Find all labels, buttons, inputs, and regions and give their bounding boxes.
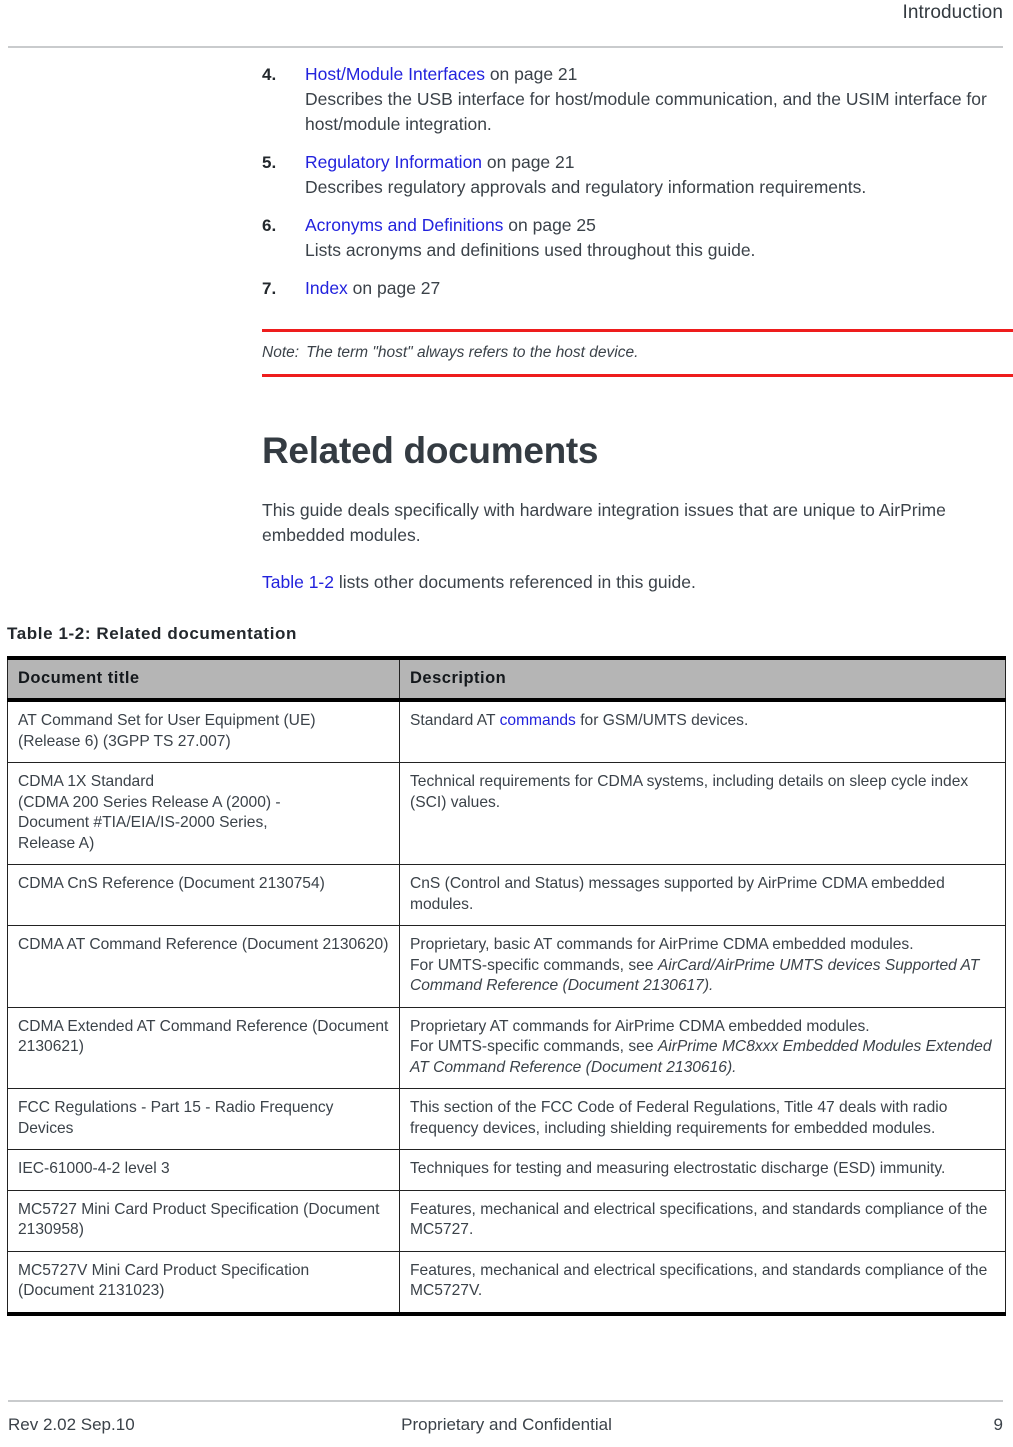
document-title-line: MC5727V Mini Card Product Specification … [18,1261,310,1300]
table-row: MC5727V Mini Card Product Specification … [7,1251,1006,1316]
section-paragraph-2-rest: lists other documents referenced in this… [334,572,696,592]
table-caption: Table 1-2: Related documentation [7,624,297,643]
page-header: Introduction [0,0,1013,52]
cross-reference-list: 4. Host/Module Interfaces on page 21 Descr… [262,62,1013,301]
page-content: 4. Host/Module Interfaces on page 21 Descr… [262,62,1013,613]
document-page: { "header": { "title": "Introduction" },… [0,0,1013,1447]
document-title-line: Document #TIA/EIA/IS-2000 Series, [18,814,268,831]
document-title-line: Release A) [18,834,95,852]
cell-document-title: CDMA CnS Reference (Document 2130754) [7,864,400,926]
document-title-line: CDMA AT Command Reference (Document 2130… [18,936,389,953]
description-text: CnS (Control and Status) messages suppor… [410,875,945,913]
cell-document-title: FCC Regulations - Part 15 - Radio Freque… [7,1088,400,1150]
note-label: Note: [262,344,300,361]
table-row: CDMA CnS Reference (Document 2130754) CnS… [7,864,1006,926]
table-row: MC5727 Mini Card Product Specification (… [7,1190,1006,1252]
cell-document-title: MC5727V Mini Card Product Specification … [7,1251,400,1316]
cell-description: Technical requirements for CDMA systems,… [399,762,1006,865]
table-row: AT Command Set for User Equipment (UE) (R… [7,700,1006,763]
note-text: The term "host" always refers to the hos… [306,344,639,361]
document-title-line: AT Command Set for User Equipment (UE) [18,712,316,729]
table-row: CDMA 1X Standard (CDMA 200 Series Release… [7,762,1006,865]
footer-page-number: 9 [993,1415,1003,1434]
table-row: FCC Regulations - Part 15 - Radio Freque… [7,1088,1006,1150]
table-row: CDMA Extended AT Command Reference (Docu… [7,1007,1006,1089]
section-heading: Related documents [262,430,599,471]
document-title-line: CDMA CnS Reference (Document 2130754) [18,875,325,892]
cell-description: Standard AT commands for GSM/UMTS device… [399,700,1006,763]
footer-divider [8,1400,1003,1402]
cross-reference-description: Describes regulatory approvals and regul… [305,177,867,197]
document-title-line: CDMA Extended AT Command Reference (Docu… [18,1017,389,1056]
related-documentation-table: Document title Description AT Command Se… [7,656,1006,1316]
document-title-line: CDMA 1X Standard [18,773,155,790]
cell-description: Techniques for testing and measuring ele… [399,1149,1006,1191]
cell-description: Features, mechanical and electrical spec… [399,1190,1006,1252]
description-text: Features, mechanical and electrical spec… [410,1200,988,1239]
cross-reference-item: 7. Index on page 27 [262,276,1013,301]
document-title-line: (CDMA 200 Series Release A (2000) - [18,793,281,811]
cross-reference-page: on page 27 [347,278,441,298]
description-text: For UMTS-specific commands, see [410,956,658,974]
header-chapter-title: Introduction [902,2,1003,23]
cell-description: Proprietary AT commands for AirPrime CDM… [399,1007,1006,1089]
cross-reference-link[interactable]: Acronyms and Definitions [305,215,503,235]
description-link[interactable]: commands [500,712,576,729]
list-item-number: 7. [262,279,277,298]
document-title-line: (Release 6) (3GPP TS 27.007) [18,732,231,750]
cell-description: CnS (Control and Status) messages suppor… [399,864,1006,926]
list-item-number: 6. [262,216,277,235]
column-header-description: Description [399,656,1006,702]
cross-reference-item: 6. Acronyms and Definitions on page 25 Lis… [262,213,1013,263]
list-item-number: 4. [262,65,277,84]
footer-confidentiality: Proprietary and Confidential [401,1415,612,1434]
section-paragraph-1: This guide deals specifically with hardw… [262,500,946,545]
header-divider [8,46,1003,48]
cell-document-title: AT Command Set for User Equipment (UE) (R… [7,700,400,763]
table-row: CDMA AT Command Reference (Document 2130… [7,925,1006,1008]
column-header-document-title: Document title [7,656,400,702]
cell-description: This section of the FCC Code of Federal … [399,1088,1006,1150]
cross-reference-page: on page 21 [482,152,575,172]
page-footer: Rev 2.02 Sep.10 Proprietary and Confiden… [0,1387,1013,1447]
description-text: Proprietary AT commands for AirPrime CDM… [410,1017,870,1035]
description-text: Techniques for testing and measuring ele… [410,1160,946,1177]
cell-document-title: MC5727 Mini Card Product Specification (… [7,1190,400,1252]
related-documentation-table-wrapper: Table 1-2: Related documentation Documen… [7,624,1006,1316]
cross-reference-page: on page 21 [484,64,578,84]
table-head: Document title Description [7,656,1006,702]
cross-reference-page: on page 25 [503,215,596,235]
cell-description: Features, mechanical and electrical spec… [399,1251,1006,1316]
table-row: IEC-61000-4-2 level 3 Techniques for test… [7,1149,1006,1191]
document-title-line: IEC-61000-4-2 level 3 [18,1160,170,1177]
table-header-row: Document title Description [7,656,1006,702]
description-text: for GSM/UMTS devices. [575,712,749,729]
description-text: Features, mechanical and electrical spec… [410,1261,988,1300]
description-text: Technical requirements for CDMA systems,… [410,773,969,811]
section-paragraph-2: Table 1-2 lists other documents referenc… [262,570,1013,595]
list-item-number: 5. [262,153,277,172]
description-text: Standard AT [410,712,500,729]
cell-description: Proprietary, basic AT commands for AirPr… [399,925,1006,1008]
cell-document-title: CDMA AT Command Reference (Document 2130… [7,925,400,1008]
table-cross-reference-link[interactable]: Table 1-2 [262,572,334,592]
description-text: For UMTS-specific commands, see [410,1038,658,1055]
table-body: AT Command Set for User Equipment (UE) (R… [7,700,1006,1316]
cross-reference-link[interactable]: Host/Module Interfaces [305,64,485,84]
cross-reference-item: 5. Regulatory Information on page 21 Descr… [262,150,1013,200]
cross-reference-link[interactable]: Regulatory Information [305,152,482,172]
cross-reference-description: Lists acronyms and definitions used thro… [305,240,756,260]
cell-document-title: CDMA 1X Standard (CDMA 200 Series Release… [7,762,400,865]
note-line: Note: The term "host" always refers to th… [262,343,1013,363]
cell-document-title: CDMA Extended AT Command Reference (Docu… [7,1007,400,1089]
cross-reference-link[interactable]: Index [305,278,348,298]
cell-document-title: IEC-61000-4-2 level 3 [7,1149,400,1191]
document-title-line: FCC Regulations - Part 15 - Radio Freque… [18,1099,334,1137]
cross-reference-description: Describes the USB interface for host/mod… [305,89,987,134]
document-title-line: MC5727 Mini Card Product Specification (… [18,1200,380,1239]
cross-reference-item: 4. Host/Module Interfaces on page 21 Descr… [262,62,1013,137]
description-text: This section of the FCC Code of Federal … [410,1099,948,1137]
note-block: Note: The term "host" always refers to th… [262,329,1013,377]
description-text: Proprietary, basic AT commands for AirPr… [410,936,914,953]
